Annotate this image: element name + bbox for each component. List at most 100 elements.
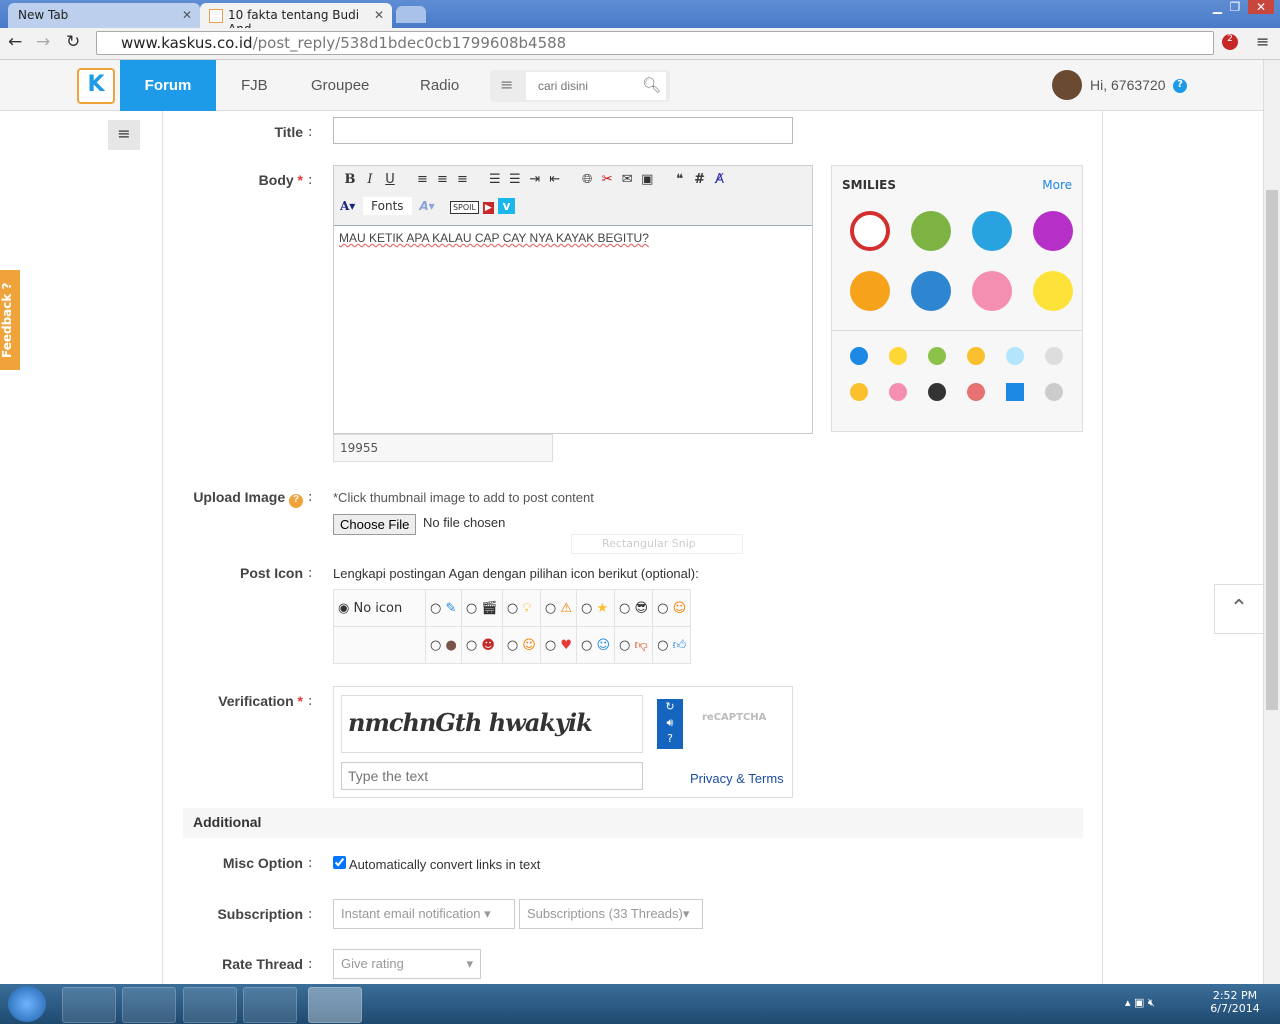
nav-groupee[interactable]: Groupee bbox=[311, 60, 369, 111]
vimeo-icon[interactable]: v bbox=[497, 198, 516, 214]
audio-icon[interactable]: 🔊︎ bbox=[657, 715, 683, 731]
unlink-icon[interactable]: ✂ bbox=[597, 172, 617, 187]
smiley-small-icon[interactable] bbox=[967, 347, 985, 365]
user-greeting[interactable]: Hi, 6763720 bbox=[1090, 60, 1166, 111]
nav-radio[interactable]: Radio bbox=[420, 60, 459, 111]
new-tab-button[interactable] bbox=[396, 6, 426, 23]
close-icon[interactable]: ✕ bbox=[374, 8, 384, 22]
radio-no-icon[interactable]: ◉ bbox=[338, 601, 349, 616]
back-icon[interactable]: ← bbox=[8, 32, 22, 52]
italic-icon[interactable]: I bbox=[360, 172, 380, 187]
post-icon-option[interactable]: ○ 👎︎ bbox=[614, 626, 654, 664]
smiley-icon[interactable] bbox=[972, 211, 1012, 251]
smilies-more-link[interactable]: More bbox=[1042, 178, 1072, 192]
close-icon[interactable]: ✕ bbox=[182, 8, 192, 22]
clock[interactable]: 2:52 PM 6/7/2014 bbox=[1200, 989, 1270, 1015]
privacy-terms-link[interactable]: Privacy & Terms bbox=[690, 771, 784, 786]
refresh-icon[interactable]: ↻ bbox=[657, 699, 683, 715]
image-icon[interactable]: ▣ bbox=[637, 172, 657, 187]
taskbar-firefox[interactable] bbox=[122, 987, 176, 1023]
scroll-to-top-button[interactable]: ⌃ bbox=[1214, 584, 1264, 634]
bullet-list-icon[interactable]: ☰ bbox=[485, 172, 505, 187]
smiley-small-icon[interactable] bbox=[928, 383, 946, 401]
quote-icon[interactable]: ❝ bbox=[670, 172, 690, 187]
subscription-select[interactable]: Instant email notification ▾ bbox=[333, 899, 515, 929]
numbered-list-icon[interactable]: ☰ bbox=[505, 172, 525, 187]
scrollbar[interactable] bbox=[1263, 60, 1280, 984]
taskbar-calculator[interactable] bbox=[62, 987, 116, 1023]
post-icon-option[interactable]: ○ 💡︎ bbox=[501, 589, 541, 627]
post-icon-option[interactable]: ○ ✎ bbox=[425, 589, 462, 627]
title-input[interactable] bbox=[333, 117, 793, 144]
underline-icon[interactable]: U bbox=[380, 172, 400, 187]
link-icon[interactable]: 🌐︎ bbox=[577, 172, 597, 187]
outdent-icon[interactable]: ⇤ bbox=[545, 172, 565, 187]
smiley-small-icon[interactable] bbox=[928, 347, 946, 365]
rate-thread-select[interactable]: Give rating ▾ bbox=[333, 949, 481, 979]
subscriptions-folder-select[interactable]: Subscriptions (33 Threads)▾ bbox=[519, 899, 703, 929]
tab-active[interactable]: 10 fakta tentang Budi And✕ bbox=[200, 3, 392, 36]
address-bar[interactable]: www.kaskus.co.id/post_reply/538d1bdec0cb… bbox=[96, 31, 1214, 55]
avatar[interactable] bbox=[1052, 70, 1082, 100]
post-icon-option[interactable]: ○ ★ bbox=[575, 589, 616, 627]
align-center-icon[interactable]: ≡ bbox=[432, 172, 452, 187]
remove-format-icon[interactable]: A̸ bbox=[710, 172, 730, 187]
smiley-sara-icon[interactable] bbox=[850, 211, 890, 251]
smiley-icon[interactable] bbox=[972, 271, 1012, 311]
smiley-small-icon[interactable] bbox=[967, 383, 985, 401]
indent-icon[interactable]: ⇥ bbox=[525, 172, 545, 187]
smiley-small-icon[interactable] bbox=[1006, 347, 1024, 365]
post-icon-option[interactable]: ○ 👍︎ bbox=[652, 626, 692, 664]
post-icon-option[interactable]: ○ ☺ bbox=[652, 589, 692, 627]
youtube-icon[interactable]: ▶ bbox=[482, 202, 494, 214]
scrollbar-thumb[interactable] bbox=[1266, 190, 1278, 710]
smiley-small-icon[interactable] bbox=[850, 383, 868, 401]
taskbar-chrome[interactable] bbox=[183, 987, 237, 1023]
kaskus-logo[interactable]: K bbox=[77, 68, 115, 104]
spoiler-icon[interactable]: SPOIL bbox=[449, 201, 479, 214]
smiley-icon[interactable] bbox=[850, 271, 890, 311]
post-icon-option[interactable]: ○ ● bbox=[425, 626, 462, 664]
nav-forum[interactable]: Forum bbox=[120, 60, 216, 111]
align-left-icon[interactable]: ≡ bbox=[412, 172, 432, 187]
post-icon-option[interactable]: ○ ♥ bbox=[539, 626, 578, 664]
hamburger-icon[interactable]: ≡ bbox=[500, 75, 513, 94]
fonts-dropdown[interactable]: Fonts bbox=[363, 197, 412, 215]
smiley-small-icon[interactable] bbox=[850, 347, 868, 365]
window-controls[interactable]: ▁ ❐ ✕ bbox=[1213, 0, 1274, 14]
smiley-icon[interactable] bbox=[1033, 211, 1073, 251]
start-button[interactable] bbox=[8, 986, 46, 1022]
arrow-up-icon[interactable] bbox=[1006, 383, 1024, 401]
feedback-tab[interactable]: Feedback ? bbox=[0, 270, 20, 370]
email-icon[interactable]: ✉ bbox=[617, 172, 637, 187]
post-icon-option[interactable]: ○ ☻ bbox=[460, 626, 503, 664]
smiley-icon[interactable] bbox=[1033, 271, 1073, 311]
tab-new-tab[interactable]: New Tab ✕ bbox=[8, 3, 200, 28]
smiley-small-icon[interactable] bbox=[1045, 383, 1063, 401]
help-icon[interactable]: ? bbox=[657, 731, 683, 747]
extension-icon[interactable]: 2 bbox=[1222, 34, 1238, 50]
captcha-input[interactable] bbox=[341, 762, 643, 790]
post-icon-option[interactable]: ○ ☺ bbox=[575, 626, 616, 664]
taskbar-notepad[interactable] bbox=[243, 987, 297, 1023]
convert-links-option[interactable]: Automatically convert links in text bbox=[333, 856, 540, 872]
bold-icon[interactable]: B bbox=[340, 172, 360, 187]
smiley-small-icon[interactable] bbox=[889, 347, 907, 365]
help-icon[interactable]: ? bbox=[289, 494, 303, 508]
smiley-small-icon[interactable] bbox=[889, 383, 907, 401]
font-size-icon[interactable]: A▾ bbox=[419, 199, 434, 213]
sidebar-toggle-button[interactable]: ≡ bbox=[108, 120, 140, 150]
menu-icon[interactable]: ≡ bbox=[1256, 32, 1269, 51]
font-color-icon[interactable]: A▾ bbox=[340, 199, 355, 213]
taskbar-snipping-tool[interactable] bbox=[308, 987, 362, 1023]
align-right-icon[interactable]: ≡ bbox=[452, 172, 472, 187]
smiley-icon[interactable] bbox=[911, 271, 951, 311]
smiley-icon[interactable] bbox=[911, 211, 951, 251]
post-icon-option[interactable]: ○ 🎬︎ bbox=[460, 589, 503, 627]
search-icon[interactable]: 🔍︎ bbox=[642, 76, 661, 94]
body-textarea[interactable]: MAU KETIK APA KALAU CAP CAY NYA KAYAK BE… bbox=[334, 225, 812, 433]
help-icon[interactable]: ? bbox=[1173, 79, 1187, 93]
forward-icon[interactable]: → bbox=[36, 32, 50, 52]
convert-links-checkbox[interactable] bbox=[333, 856, 346, 869]
smiley-small-icon[interactable] bbox=[1045, 347, 1063, 365]
